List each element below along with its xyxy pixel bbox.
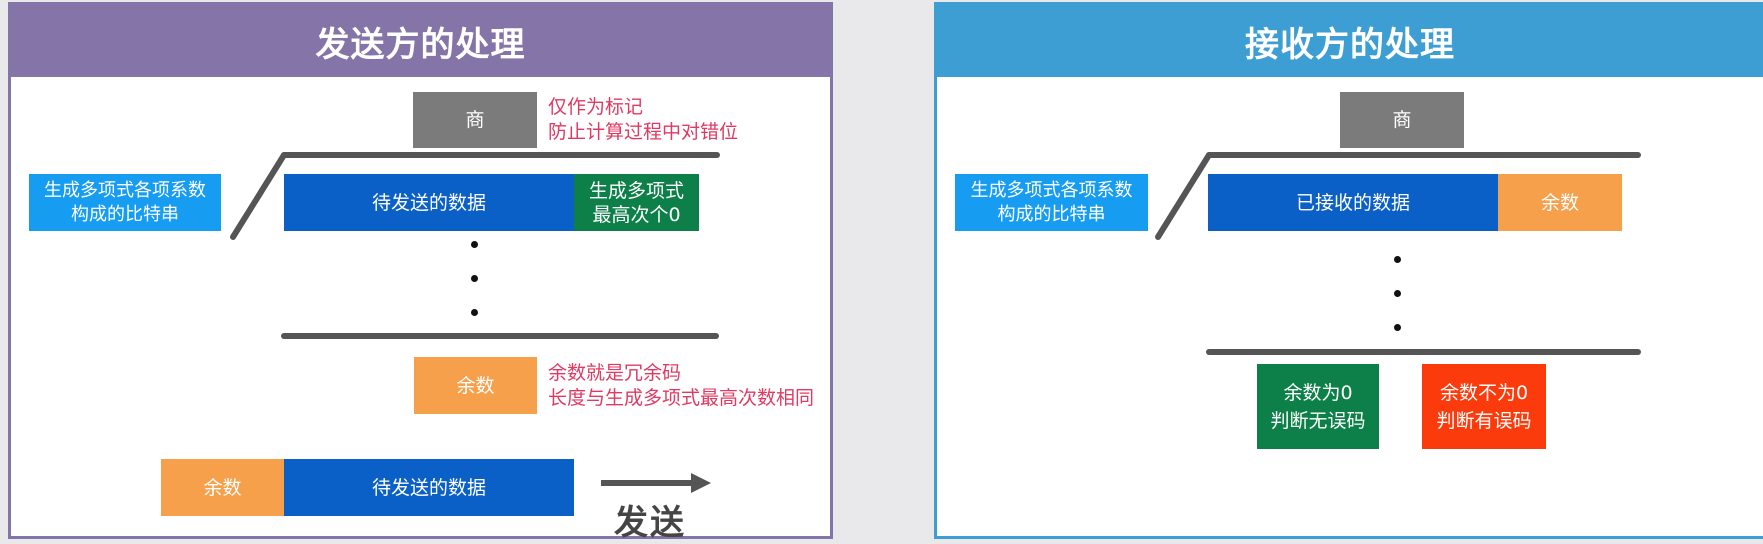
receiver-division-bracket (1155, 152, 1641, 240)
sender-panel: 发送方的处理 商 仅作为标记 防止计算过程中对错位 生成多项式各项系数 构成的比… (8, 2, 833, 543)
receiver-panel: 接收方的处理 商 生成多项式各项系数 构成的比特串 已接收的数据 余数 余数为0… (934, 2, 1763, 539)
send-arrow-icon (601, 473, 711, 493)
receiver-result-error-line-1: 余数不为0 (1439, 381, 1529, 404)
receiver-data-box: 已接收的数据 (1208, 174, 1498, 231)
receiver-data-label: 已接收的数据 (1295, 191, 1410, 214)
receiver-result-ok-line-1: 余数为0 (1283, 381, 1353, 404)
receiver-result-error-box: 余数不为0 判断有误码 (1422, 364, 1546, 449)
receiver-divisor-line-2: 构成的比特串 (997, 203, 1106, 225)
receiver-ellipsis-dot-1 (1394, 256, 1401, 263)
receiver-result-line (1206, 349, 1641, 355)
receiver-result-ok-line-2: 判断无误码 (1270, 409, 1366, 432)
receiver-result-ok-box: 余数为0 判断无误码 (1257, 364, 1379, 449)
receiver-divisor-line-1: 生成多项式各项系数 (970, 179, 1133, 201)
receiver-remainder-box: 余数 (1498, 174, 1622, 231)
receiver-result-error-line-2: 判断有误码 (1436, 409, 1532, 432)
receiver-remainder-label: 余数 (1540, 191, 1579, 214)
receiver-bracket-slash (1155, 152, 1212, 240)
receiver-divisor-box: 生成多项式各项系数 构成的比特串 (955, 174, 1148, 231)
receiver-ellipsis-dot-2 (1394, 290, 1401, 297)
receiver-ellipsis-dot-3 (1394, 324, 1401, 331)
send-label: 发送 (614, 503, 686, 543)
